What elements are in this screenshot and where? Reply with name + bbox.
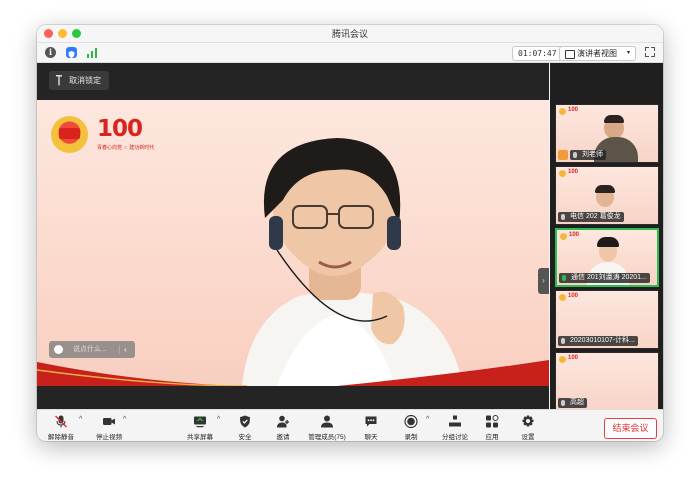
info-icon[interactable]: i (45, 47, 56, 58)
share-screen-button[interactable]: 共享屏幕 (180, 412, 220, 441)
breakout-rooms-icon (449, 415, 461, 427)
meeting-info-bar: i 01:07:47 演讲者视图 ▾ (37, 43, 663, 63)
mic-muted-icon (561, 338, 565, 344)
end-meeting-button[interactable]: 结束会议 (604, 418, 657, 439)
participant-name: 通信 201刘瀛涛 20201... (559, 273, 650, 283)
unlock-label: 取消锁定 (69, 76, 101, 85)
mic-active-icon (562, 275, 566, 281)
participant-hair (597, 237, 619, 247)
view-mode-dropdown[interactable]: 演讲者视图 ▾ (559, 46, 636, 61)
participant-hair (595, 185, 615, 193)
logo-icon (559, 170, 566, 177)
microphone-muted-icon (55, 415, 67, 428)
chevron-down-icon: ▾ (626, 50, 630, 56)
meeting-window: 腾讯会议 i 01:07:47 演讲者视图 ▾ 取消锁定 100 青春心向党 ☆… (37, 25, 663, 441)
logo-icon (560, 233, 567, 240)
comment-placeholder: 说点什么... (73, 346, 107, 353)
participant-tile[interactable]: 100 20203010107-计科... (555, 290, 659, 349)
participant-name: 刘老师 (570, 150, 606, 160)
mini-centenary-logo: 100 (568, 293, 579, 299)
pin-icon (56, 75, 62, 86)
collapse-comment-icon[interactable]: ‹ (124, 341, 127, 358)
participant-tile[interactable]: 100 高超 (555, 352, 659, 411)
participant-gallery: 100 刘老师 100 电信 202 葛俊龙 100 通信 201刘瀛涛 202… (550, 63, 663, 436)
settings-button[interactable]: 设置 (508, 412, 548, 441)
participant-name: 高超 (558, 398, 587, 408)
meeting-toolbar: 解除静音 ^ 停止视频 ^ 共享屏幕 ^ 安全 邀请 管理成员(75) 聊天 录… (37, 409, 663, 441)
video-camera-icon (103, 418, 115, 425)
share-screen-icon (194, 416, 206, 428)
mic-muted-icon (561, 400, 565, 406)
mini-centenary-logo: 100 (569, 232, 580, 238)
chat-bubble-icon (365, 416, 377, 427)
shield-icon[interactable] (66, 47, 77, 58)
network-signal-icon[interactable] (87, 47, 100, 58)
audio-options-caret[interactable]: ^ (79, 416, 82, 423)
speaker-video: 100 青春心向党 ☆ 建功新时代 说点什么... ‹ (37, 100, 549, 386)
share-options-caret[interactable]: ^ (217, 416, 220, 423)
settings-label: 设置 (521, 434, 535, 441)
mic-muted-icon (573, 152, 577, 158)
unmute-button[interactable]: 解除静音 (41, 412, 81, 441)
main-video-stage: 取消锁定 100 青春心向党 ☆ 建功新时代 说点什么... ‹ › (37, 63, 549, 409)
fullscreen-icon[interactable] (645, 47, 655, 57)
video-options-caret[interactable]: ^ (123, 416, 126, 423)
participant-hair (604, 115, 624, 123)
unlock-pin-button[interactable]: 取消锁定 (49, 71, 109, 90)
comment-divider (119, 345, 120, 354)
participant-name: 20203010107-计科... (558, 336, 638, 346)
logo-icon (559, 108, 566, 115)
comment-input[interactable]: 说点什么... ‹ (49, 341, 135, 358)
emoji-icon[interactable] (54, 345, 63, 354)
gallery-toggle-button[interactable]: › (538, 268, 549, 294)
logo-icon (559, 294, 566, 301)
stop-video-label: 停止视频 (96, 434, 122, 441)
window-title: 腾讯会议 (331, 29, 368, 39)
title-bar: 腾讯会议 (37, 25, 663, 43)
record-icon (404, 415, 418, 428)
mini-centenary-logo: 100 (568, 169, 579, 175)
participant-tile[interactable]: 100 刘老师 (555, 104, 659, 163)
view-mode-label: 演讲者视图 (577, 49, 617, 58)
record-button[interactable]: 录制 (391, 412, 431, 441)
gear-icon (522, 415, 534, 427)
invite-button[interactable]: 邀请 (263, 412, 303, 441)
manage-members-button[interactable]: 管理成员(75) (307, 412, 347, 441)
mini-centenary-logo: 100 (568, 107, 579, 113)
add-user-icon (277, 415, 289, 428)
speaker-view-icon (565, 50, 575, 59)
participant-name: 电信 202 葛俊龙 (558, 212, 624, 222)
host-icon (558, 150, 568, 160)
mic-muted-icon (561, 214, 565, 220)
participant-tile-active-speaker[interactable]: 100 通信 201刘瀛涛 20201... (555, 228, 659, 287)
shield-icon (240, 415, 250, 428)
participant-tile[interactable]: 100 电信 202 葛俊龙 (555, 166, 659, 225)
logo-icon (559, 356, 566, 363)
red-ribbon-decoration (37, 360, 549, 386)
apps-grid-icon (486, 415, 499, 428)
record-options-caret[interactable]: ^ (426, 416, 429, 423)
meeting-timer: 01:07:47 (512, 46, 563, 61)
mini-centenary-logo: 100 (568, 355, 579, 361)
members-icon (321, 415, 333, 428)
